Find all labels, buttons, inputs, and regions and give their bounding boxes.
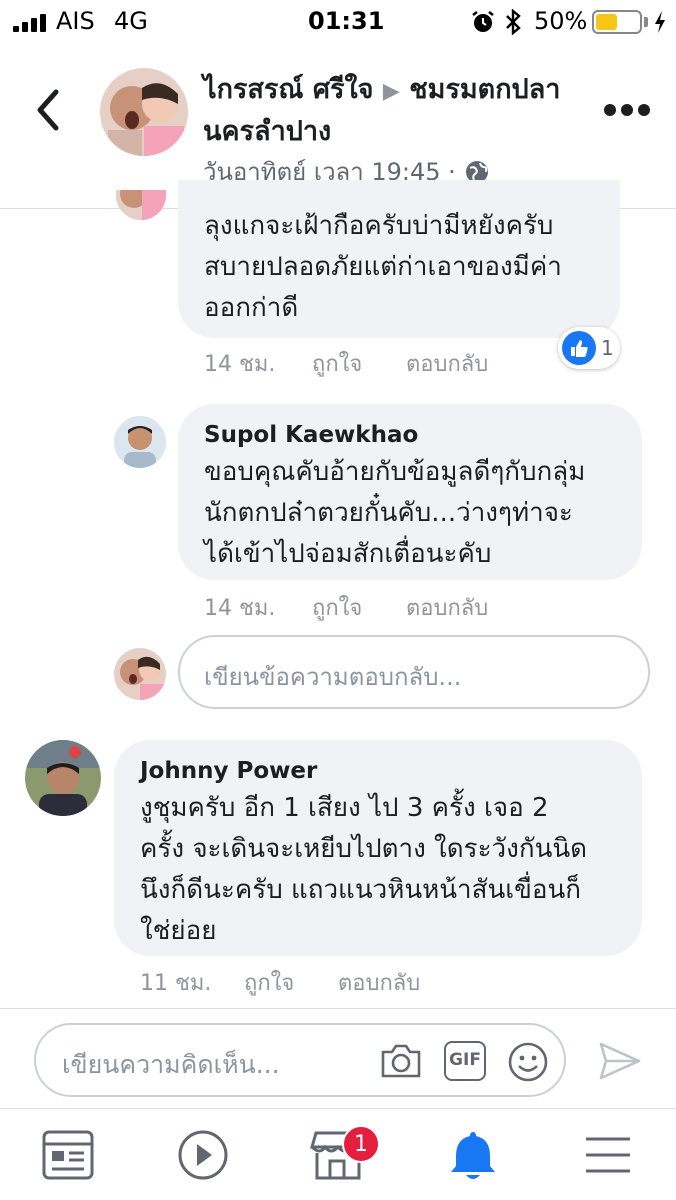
like-button[interactable]: ถูกใจ [312,590,406,625]
reaction-summary[interactable]: 1 [558,327,620,369]
comment-actions: 11 ชม. ถูกใจ ตอบกลับ [140,965,420,1000]
comment-composer: เขียนความคิดเห็น... GIF [0,1008,676,1108]
emoji-icon[interactable] [507,1041,549,1083]
arrow-icon: ▶ [382,79,400,104]
watch-icon[interactable] [175,1129,231,1181]
commenter-name[interactable]: Johnny Power [140,756,618,786]
comment-actions: 14 ชม. ถูกใจ ตอบกลับ [204,346,488,381]
comment-time: 14 ชม. [204,596,276,621]
battery-percent: 50% [534,7,588,35]
reply-input[interactable]: เขียนข้อความตอบกลับ... [178,635,650,709]
camera-icon[interactable] [380,1043,422,1079]
menu-icon[interactable] [580,1129,636,1181]
author-avatar[interactable] [100,68,188,156]
comment-bubble[interactable]: Johnny Power งูชุมครับ อีก 1 เสียง ไป 3 … [114,740,642,956]
battery-tip [644,17,648,27]
status-bar: AIS 4G 01:31 50% [0,0,676,44]
reaction-count: 1 [601,336,614,360]
more-options-icon[interactable] [602,102,652,118]
like-button[interactable]: ถูกใจ [312,346,406,381]
group-name[interactable]: ชมรมตกปลา [409,74,560,105]
current-user-avatar [114,648,166,700]
reply-button[interactable]: ตอบกลับ [338,965,420,1000]
comment-bubble[interactable]: Supol Kaewkhao ขอบคุณคับอ้ายกับข้อมูลดีๆ… [178,404,642,580]
comment-time: 14 ชม. [204,352,276,377]
bluetooth-icon [506,9,521,35]
commenter-avatar[interactable] [25,740,101,816]
comment-actions: 14 ชม. ถูกใจ ตอบกลับ [204,590,488,625]
clock: 01:31 [308,7,385,35]
comment-placeholder: เขียนความคิดเห็น... [62,1050,280,1079]
charging-icon [655,11,665,33]
comment-text: งูชุมครับ อีก 1 เสียง ไป 3 ครั้ง เจอ 2 ค… [140,793,588,946]
news-feed-icon[interactable] [40,1129,96,1181]
signal-icon [13,14,49,32]
like-button[interactable]: ถูกใจ [244,965,338,1000]
send-icon[interactable] [598,1041,642,1081]
comment-time: 11 ชม. [140,971,212,996]
gif-icon[interactable]: GIF [444,1041,486,1081]
like-reaction-icon [562,331,596,365]
tab-bar: 1 [0,1108,676,1200]
commenter-avatar[interactable] [114,416,166,468]
commenter-name[interactable]: Supol Kaewkhao [204,420,618,450]
notifications-icon[interactable] [445,1129,501,1181]
reply-button[interactable]: ตอบกลับ [406,346,488,381]
battery-icon [592,10,642,34]
author-name[interactable]: ไกรสรณ์ ศรีใจ [203,74,374,105]
alarm-icon [472,11,494,32]
back-icon[interactable] [28,86,68,136]
carrier-label: AIS [56,7,95,35]
comment-input[interactable]: เขียนความคิดเห็น... [34,1023,566,1097]
comment-text: ลุงแกจะเฝ้ากือครับบ่ามีหยังครับ สบายปลอด… [204,211,562,323]
network-label: 4G [114,7,148,35]
reply-button[interactable]: ตอบกลับ [406,590,488,625]
post-title: ไกรสรณ์ ศรีใจ ▶ ชมรมตกปลา นครลำปาง [203,70,593,152]
commenter-avatar[interactable] [116,190,166,220]
marketplace-badge: 1 [342,1125,380,1163]
comment-bubble[interactable]: ลุงแกจะเฝ้ากือครับบ่ามีหยังครับ สบายปลอด… [178,180,620,338]
group-name-line2[interactable]: นครลำปาง [203,116,331,147]
comment-text: ขอบคุณคับอ้ายกับข้อมูลดีๆกับกลุ่ม นักตกป… [204,457,586,569]
